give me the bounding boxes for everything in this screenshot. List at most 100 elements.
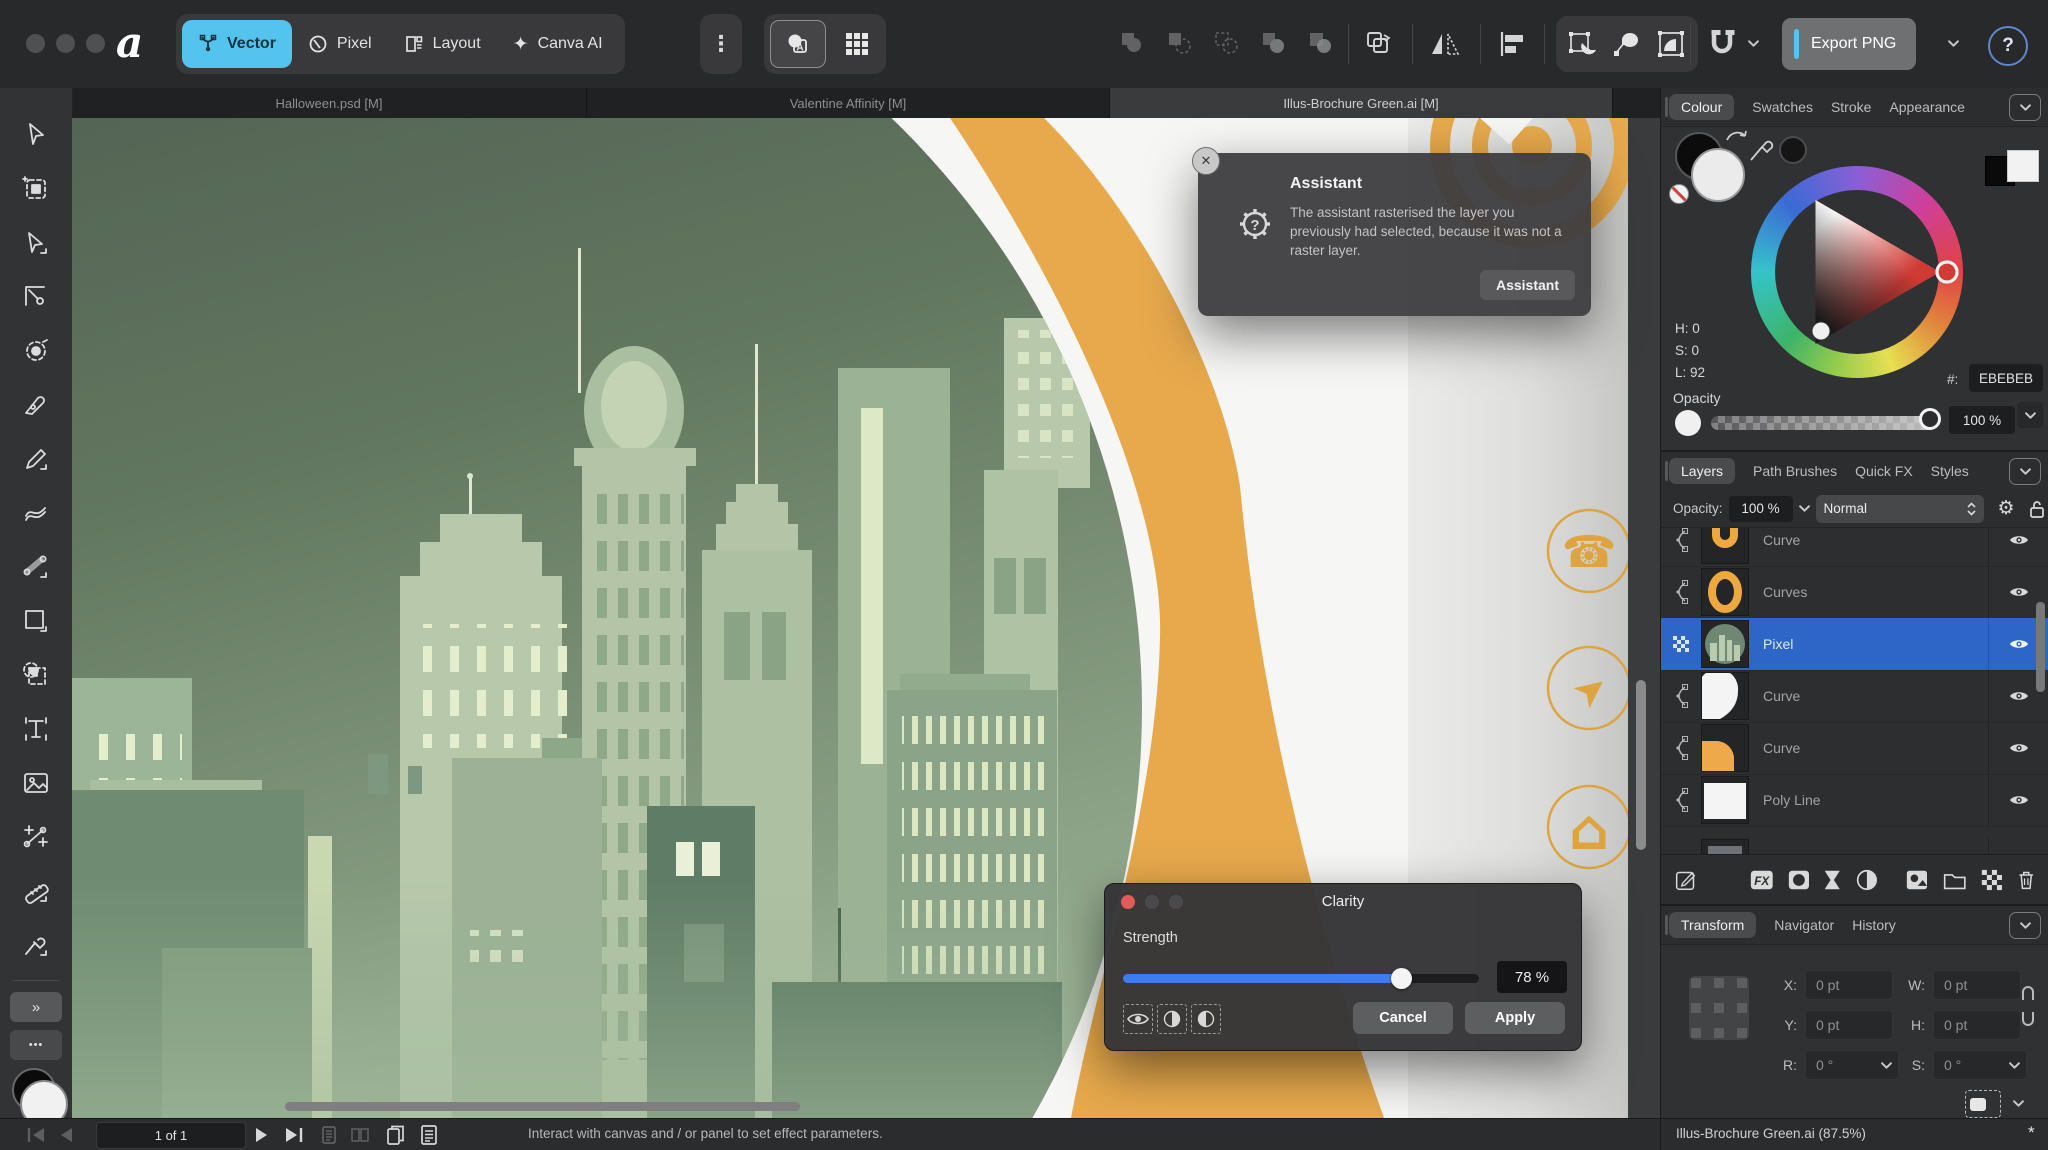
colour-picker-tool[interactable]	[21, 930, 51, 960]
tab-history[interactable]: History	[1852, 917, 1896, 933]
export-png-button[interactable]: Export PNG	[1782, 18, 1916, 70]
visibility-toggle[interactable]	[1988, 722, 2048, 774]
first-page-icon[interactable]	[26, 1127, 46, 1143]
minimize-window-icon[interactable]	[56, 34, 75, 53]
pen-tool[interactable]	[21, 390, 51, 420]
page-indicator-field[interactable]: 1 of 1	[96, 1122, 246, 1149]
hue-selector[interactable]	[1937, 262, 1957, 282]
persona-pixel[interactable]: Pixel	[292, 20, 388, 68]
split-view-toggle[interactable]	[834, 21, 880, 67]
strength-slider-knob[interactable]	[1391, 968, 1412, 989]
export-chevron-icon[interactable]	[1948, 40, 1959, 47]
chevron-down-icon[interactable]	[2013, 1100, 2024, 1107]
opacity-preset-button[interactable]	[2017, 402, 2043, 428]
layer-opacity-chevron-icon[interactable]	[1799, 505, 1810, 512]
layers-scrollbar-thumb[interactable]	[2036, 602, 2045, 692]
panel-menu-button[interactable]	[2009, 912, 2041, 939]
contour-tool[interactable]	[21, 282, 51, 312]
layer-row-partial[interactable]	[1661, 826, 2048, 854]
boolean-intersect-icon[interactable]	[1212, 29, 1240, 57]
shape-tool[interactable]	[21, 660, 51, 690]
point-transform-tool[interactable]	[21, 822, 51, 852]
add-pixel-layer-icon[interactable]	[1906, 867, 1930, 893]
shade-selector[interactable]	[1812, 322, 1830, 340]
persona-more-button[interactable]: ⋮	[700, 14, 742, 74]
last-page-icon[interactable]	[284, 1127, 304, 1143]
layer-row[interactable]: Curve	[1661, 528, 2048, 567]
saturation-triangle[interactable]	[1751, 166, 1963, 378]
tab-path-brushes[interactable]: Path Brushes	[1753, 463, 1837, 479]
persona-canva-ai[interactable]: ✦ Canva AI	[497, 20, 619, 68]
vertical-scrollbar-thumb[interactable]	[1636, 680, 1646, 850]
layer-row[interactable]: Curve	[1661, 670, 2048, 723]
boolean-xor-icon[interactable]	[1259, 29, 1287, 57]
layer-opacity-field[interactable]: 100 %	[1729, 496, 1793, 522]
link-dimensions-icon[interactable]	[2019, 984, 2037, 1028]
selection-brush-tool[interactable]	[21, 336, 51, 366]
mask-layer-icon[interactable]	[1788, 867, 1810, 893]
measure-tool[interactable]	[21, 876, 51, 906]
live-filter-icon[interactable]	[1856, 867, 1878, 893]
opacity-slider[interactable]	[1711, 416, 1937, 430]
expand-tools-button[interactable]: »	[10, 992, 62, 1022]
default-white-swatch[interactable]	[2007, 150, 2039, 182]
picked-colour-well[interactable]	[1779, 136, 1807, 164]
layer-row[interactable]: Curves	[1661, 566, 2048, 619]
spread-view-icon[interactable]	[350, 1125, 370, 1145]
opacity-slider-knob[interactable]	[1919, 408, 1941, 430]
window-traffic-lights[interactable]	[26, 34, 116, 53]
boolean-add-icon[interactable]	[1118, 29, 1146, 57]
help-button[interactable]: ?	[1988, 26, 2028, 66]
opacity-value-field[interactable]: 100 %	[1949, 406, 2015, 434]
selection-box-toggle[interactable]	[1965, 1090, 2001, 1118]
panel-grip[interactable]	[1665, 461, 1668, 481]
gradient-tool[interactable]	[21, 552, 51, 582]
panel-menu-button[interactable]	[2009, 458, 2041, 485]
blend-mode-select[interactable]: Normal	[1816, 495, 1984, 523]
preview-toggle-button[interactable]	[1123, 1004, 1153, 1034]
strength-slider[interactable]	[1123, 974, 1479, 983]
zoom-window-icon[interactable]	[86, 34, 105, 53]
tab-valentine[interactable]: Valentine Affinity [M]	[587, 88, 1110, 118]
boolean-subtract-icon[interactable]	[1165, 29, 1193, 57]
place-image-tool[interactable]	[21, 768, 51, 798]
rectangle-tool[interactable]	[21, 606, 51, 636]
rotation-field[interactable]: 0 °	[1805, 1050, 1899, 1080]
edit-layer-icon[interactable]	[1675, 867, 1697, 893]
persona-layout[interactable]: Layout	[388, 20, 497, 68]
close-icon[interactable]: ✕	[1192, 147, 1220, 175]
x-field[interactable]: 0 pt	[1805, 970, 1893, 1000]
tab-illus-brochure[interactable]: Illus-Brochure Green.ai [M]	[1110, 88, 1613, 118]
alignment-icon[interactable]	[1496, 28, 1530, 60]
apply-button[interactable]: Apply	[1465, 1002, 1565, 1034]
pixel-preview-toggle[interactable]: A	[770, 20, 826, 68]
cancel-button[interactable]: Cancel	[1353, 1002, 1453, 1034]
tab-transform[interactable]: Transform	[1669, 912, 1756, 938]
document-info-icon[interactable]	[420, 1124, 438, 1146]
select-crop-mode-icon[interactable]	[1656, 29, 1686, 59]
h-field[interactable]: 0 pt	[1933, 1010, 2021, 1040]
layer-settings-gear-icon[interactable]: ⚙	[1998, 497, 2015, 520]
tab-layers[interactable]: Layers	[1669, 458, 1735, 484]
panel-grip[interactable]	[1665, 97, 1668, 117]
delete-layer-trash-icon[interactable]	[2017, 867, 2035, 893]
tab-styles[interactable]: Styles	[1931, 463, 1969, 479]
layer-row[interactable]: Curve	[1661, 722, 2048, 775]
move-tool[interactable]	[21, 120, 51, 150]
layer-row[interactable]: Poly Line	[1661, 774, 2048, 827]
lock-icon[interactable]	[2029, 499, 2045, 519]
persona-vector[interactable]: Vector	[182, 20, 292, 68]
tab-navigator[interactable]: Navigator	[1774, 917, 1834, 933]
pages-view-icon[interactable]	[320, 1125, 338, 1145]
hex-field[interactable]: EBEBEB	[1969, 364, 2043, 392]
no-fill-swatch[interactable]	[1669, 184, 1689, 204]
shear-field[interactable]: 0 °	[1933, 1050, 2027, 1080]
visibility-toggle[interactable]	[1988, 528, 2048, 566]
group-layers-folder-icon[interactable]	[1943, 868, 1967, 892]
select-object-mode-icon[interactable]	[1568, 29, 1598, 59]
arrange-order-icon[interactable]	[1362, 28, 1394, 60]
split-preview-left-button[interactable]	[1191, 1004, 1221, 1034]
strength-value-field[interactable]: 78 %	[1497, 961, 1567, 993]
select-node-mode-icon[interactable]	[1612, 29, 1642, 59]
layer-row-selected[interactable]: Pixel	[1661, 618, 2048, 671]
